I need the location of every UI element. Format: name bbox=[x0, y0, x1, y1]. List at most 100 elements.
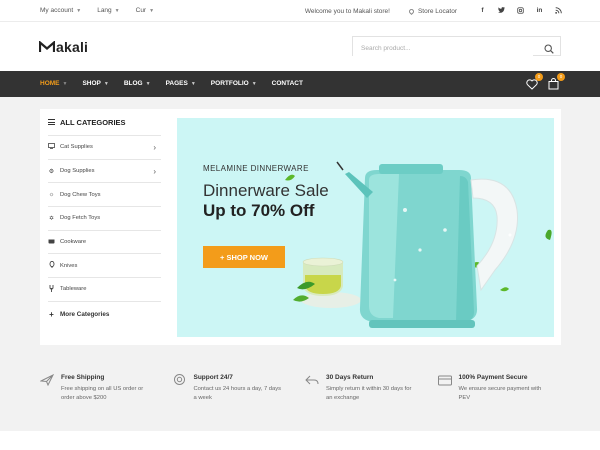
search-box bbox=[352, 36, 561, 59]
category-label: Knives bbox=[60, 262, 78, 269]
store-locator-label: Store Locator bbox=[417, 8, 457, 15]
category-item[interactable]: ☼ Dog Chew Toys bbox=[48, 183, 161, 208]
social-links: f in bbox=[479, 7, 562, 16]
language-label: Lang bbox=[97, 7, 112, 14]
kettle-product-image bbox=[285, 161, 552, 328]
footer-strip bbox=[0, 431, 600, 450]
main-section: ALL CATEGORIES Cat Supplies › ⚙ Dog Supp… bbox=[0, 97, 600, 450]
category-item[interactable]: Tableware bbox=[48, 278, 161, 302]
feature-title: 100% Payment Secure bbox=[458, 374, 528, 381]
nav-item-pages[interactable]: PAGES ▼ bbox=[166, 80, 196, 87]
chevron-right-icon: › bbox=[153, 142, 156, 152]
site-logo[interactable]: akali bbox=[39, 39, 88, 55]
knife-icon bbox=[48, 261, 55, 270]
main-nav: HOME ▼ SHOP ▼ BLOG ▼ PAGES ▼ PORTFOLIO ▼ CONT… bbox=[0, 71, 600, 97]
feature-text: We ensure secure payment with PEV bbox=[458, 386, 542, 401]
search-input[interactable] bbox=[353, 39, 533, 58]
category-item[interactable]: Cookware bbox=[48, 231, 161, 255]
nav-item-portfolio[interactable]: PORTFOLIO ▼ bbox=[211, 80, 257, 87]
instagram-icon[interactable] bbox=[517, 7, 524, 16]
welcome-message: Welcome you to Makali store! bbox=[304, 8, 390, 15]
nav-label: PAGES bbox=[165, 80, 188, 87]
chevron-down-icon: ▼ bbox=[76, 7, 82, 14]
return-icon bbox=[305, 373, 319, 385]
linkedin-icon[interactable]: in bbox=[536, 7, 543, 16]
cart-count-badge: 0 bbox=[557, 73, 565, 81]
chevron-down-icon: ▼ bbox=[114, 7, 120, 14]
chevron-down-icon: ▼ bbox=[251, 80, 257, 87]
chevron-right-icon: › bbox=[153, 166, 156, 176]
wishlist-count-badge: 0 bbox=[535, 73, 543, 81]
chevron-down-icon: ▼ bbox=[62, 80, 68, 87]
plus-icon: + bbox=[49, 310, 54, 320]
fork-icon bbox=[48, 284, 55, 294]
nav-label: HOME bbox=[40, 80, 60, 87]
features-row: Free Shipping Free shipping on all US ord… bbox=[39, 373, 571, 403]
lifebuoy-icon bbox=[173, 373, 187, 385]
nav-item-contact[interactable]: CONTACT bbox=[272, 80, 303, 87]
pinwheel-icon: ✡ bbox=[48, 215, 55, 222]
feature-text: Simply return it within 30 days for an e… bbox=[326, 386, 412, 401]
menu-icon bbox=[48, 119, 55, 125]
monitor-icon bbox=[48, 143, 55, 151]
gear-icon: ⚙ bbox=[48, 168, 55, 175]
more-categories-label: More Categories bbox=[60, 311, 110, 319]
nav-label: CONTACT bbox=[271, 80, 303, 87]
nav-label: SHOP bbox=[82, 80, 101, 87]
nav-item-blog[interactable]: BLOG ▼ bbox=[124, 80, 151, 87]
currency-dropdown[interactable]: Cur ▼ bbox=[136, 7, 154, 14]
category-menu-title: ALL CATEGORIES bbox=[60, 117, 126, 127]
feature-title: Support 24/7 bbox=[193, 374, 233, 381]
category-item[interactable]: ⚙ Dog Supplies › bbox=[48, 160, 161, 184]
chevron-down-icon: ▼ bbox=[190, 80, 196, 87]
pot-icon bbox=[48, 238, 55, 246]
category-item[interactable]: Cat Supplies › bbox=[48, 136, 161, 160]
my-account-label: My account bbox=[40, 7, 74, 14]
feature-item: Support 24/7 Contact us 24 hours a day, 7… bbox=[173, 374, 306, 403]
category-label: Tableware bbox=[60, 286, 87, 293]
category-label: Cookware bbox=[60, 239, 87, 246]
nav-item-home[interactable]: HOME ▼ bbox=[40, 80, 67, 87]
feature-item: Free Shipping Free shipping on all US ord… bbox=[39, 373, 173, 403]
category-item[interactable]: Knives bbox=[48, 254, 161, 279]
nav-item-shop[interactable]: SHOP ▼ bbox=[82, 80, 108, 87]
feature-title: Free Shipping bbox=[61, 374, 105, 381]
more-categories-link[interactable]: + More Categories bbox=[48, 302, 161, 328]
category-menu-header[interactable]: ALL CATEGORIES bbox=[48, 109, 161, 136]
nav-label: BLOG bbox=[123, 80, 143, 87]
category-label: Cat Supplies bbox=[60, 144, 93, 151]
category-menu: ALL CATEGORIES Cat Supplies › ⚙ Dog Supp… bbox=[48, 109, 161, 328]
feature-text: Free shipping on all US order or order a… bbox=[61, 386, 144, 401]
promo-banner[interactable]: MELAMINE DINNERWARE Dinnerware Sale Up t… bbox=[177, 118, 554, 337]
shop-now-button[interactable]: + SHOP NOW bbox=[203, 246, 285, 268]
feature-text: Contact us 24 hours a day, 7 days a week bbox=[193, 386, 282, 401]
language-dropdown[interactable]: Lang ▼ bbox=[97, 7, 119, 14]
category-label: Dog Chew Toys bbox=[60, 191, 101, 198]
chevron-down-icon: ▼ bbox=[145, 80, 151, 87]
wishlist-button[interactable]: 0 bbox=[526, 73, 543, 90]
map-pin-icon bbox=[407, 7, 416, 16]
category-label: Dog Fetch Toys bbox=[60, 215, 101, 222]
feature-item: 30 Days Return Simply return it within 30… bbox=[305, 374, 438, 403]
twitter-icon[interactable] bbox=[498, 7, 505, 16]
nav-label: PORTFOLIO bbox=[210, 80, 249, 87]
feature-title: 30 Days Return bbox=[326, 374, 374, 381]
hero-box: ALL CATEGORIES Cat Supplies › ⚙ Dog Supp… bbox=[40, 109, 561, 345]
cart-button[interactable]: 0 bbox=[548, 73, 565, 90]
feature-item: 100% Payment Secure We ensure secure paym… bbox=[437, 374, 571, 403]
search-icon[interactable] bbox=[544, 41, 554, 59]
facebook-icon[interactable]: f bbox=[479, 7, 486, 16]
chevron-down-icon: ▼ bbox=[149, 7, 155, 14]
store-locator-link[interactable]: Store Locator bbox=[407, 7, 457, 16]
my-account-dropdown[interactable]: My account ▼ bbox=[40, 7, 81, 14]
plane-icon bbox=[39, 373, 55, 387]
site-header: akali bbox=[0, 22, 600, 71]
category-label: Dog Supplies bbox=[60, 168, 95, 175]
category-item[interactable]: ✡ Dog Fetch Toys bbox=[48, 207, 161, 231]
logo-text: akali bbox=[56, 39, 89, 55]
chevron-down-icon: ▼ bbox=[103, 80, 109, 87]
currency-label: Cur bbox=[135, 7, 147, 14]
sun-icon: ☼ bbox=[48, 191, 55, 198]
rss-icon[interactable] bbox=[555, 7, 562, 16]
heart-icon bbox=[526, 79, 538, 90]
